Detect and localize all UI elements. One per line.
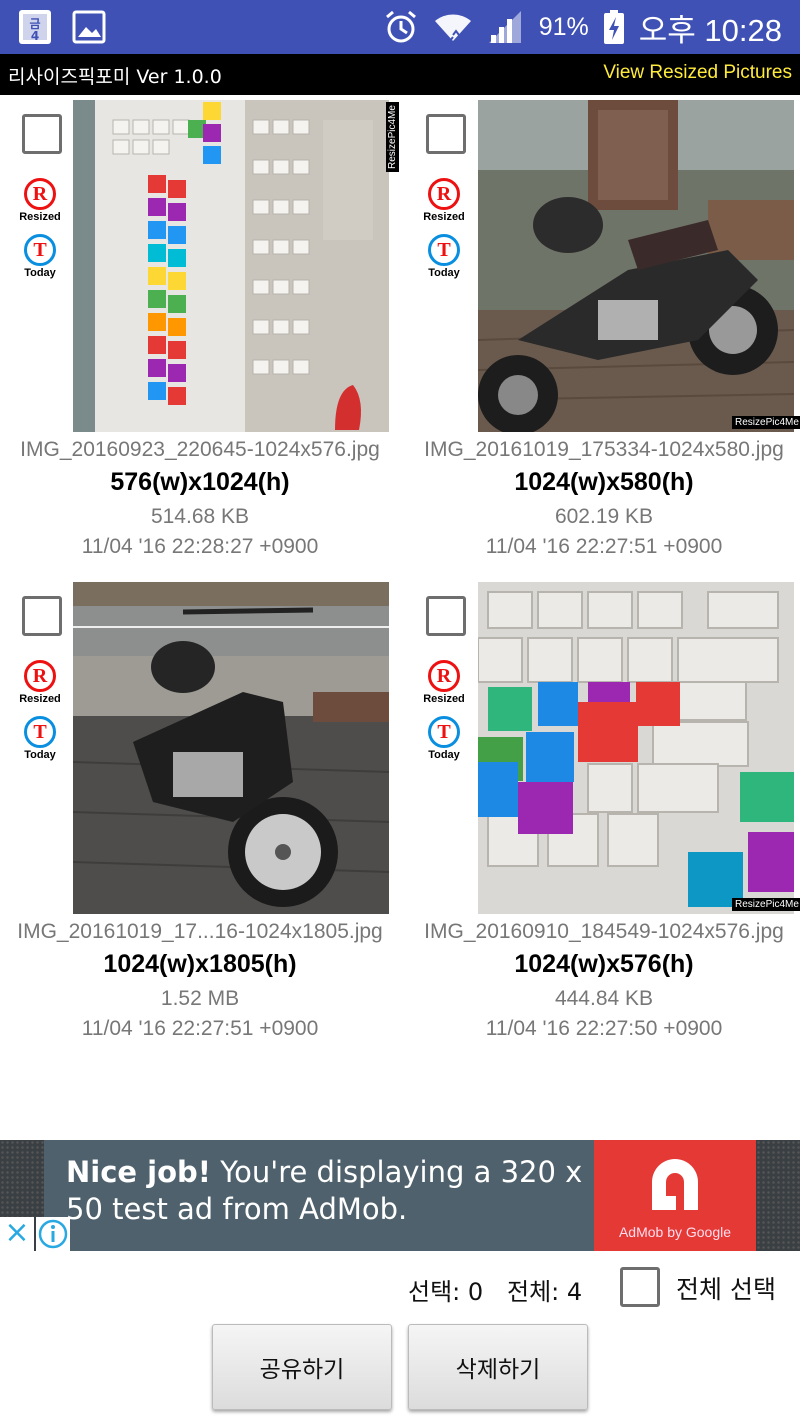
status-bar: 금 4 91% 오후 10:28 — [0, 0, 800, 54]
resized-badge-icon: R — [24, 660, 56, 692]
item-checkbox[interactable] — [22, 114, 62, 154]
ad-content[interactable]: Nice job! You're displaying a 320 x 50 t… — [44, 1140, 594, 1251]
total-count: 전체: 4 — [507, 1278, 583, 1306]
item-checkbox[interactable] — [22, 596, 62, 636]
file-size: 514.68 KB — [150, 505, 250, 528]
photo-thumbnail[interactable] — [73, 582, 389, 914]
resized-badge-label: Resized — [19, 693, 61, 705]
today-badge-label: Today — [428, 267, 460, 279]
notification-app-icon: 금 4 — [19, 10, 51, 44]
admob-brand: AdMob by Google — [618, 1224, 732, 1240]
resized-badge: R Resized — [17, 660, 63, 705]
photo-item: R Resized T Today ResizePic4Me IMG_20160… — [0, 98, 400, 568]
app-title-bar: 리사이즈픽포미 Ver 1.0.0 View Resized Pictures — [0, 54, 800, 95]
today-badge-label: Today — [24, 749, 56, 761]
app-title: 리사이즈픽포미 Ver 1.0.0 — [8, 66, 222, 88]
file-name: IMG_20160910_184549-1024x576.jpg — [424, 920, 784, 943]
svg-text:4: 4 — [31, 29, 39, 43]
signal-icon — [488, 11, 521, 43]
resized-badge-icon: R — [428, 178, 460, 210]
resized-badge: R Resized — [421, 660, 467, 705]
resized-badge: R Resized — [17, 178, 63, 223]
watermark: ResizePic4Me — [386, 102, 399, 172]
wifi-icon — [434, 14, 471, 43]
ad-pattern-right — [756, 1140, 800, 1251]
resized-badge-label: Resized — [423, 211, 465, 223]
gallery-icon — [72, 10, 106, 44]
file-date: 11/04 '16 22:27:51 +0900 — [485, 535, 723, 558]
ad-close-icon[interactable]: × — [0, 1217, 34, 1251]
photo-item: R Resized T Today ResizePic4Me IMG_20160… — [404, 580, 800, 1050]
photo-item: R Resized T Today ResizePic4Me IMG_20161… — [404, 98, 800, 568]
file-date: 11/04 '16 22:27:50 +0900 — [485, 1017, 723, 1040]
resized-badge-icon: R — [24, 178, 56, 210]
resized-badge-label: Resized — [423, 693, 465, 705]
selected-count: 선택: 0 — [408, 1278, 484, 1306]
ad-text: Nice job! You're displaying a 320 x 50 t… — [66, 1154, 586, 1228]
battery-charging-icon — [603, 10, 624, 44]
file-name: IMG_20161019_175334-1024x580.jpg — [424, 438, 784, 461]
today-badge: T Today — [421, 716, 467, 761]
file-size: 444.84 KB — [554, 987, 654, 1010]
watermark: ResizePic4Me — [732, 416, 800, 429]
today-badge: T Today — [17, 716, 63, 761]
image-dimensions: 1024(w)x1805(h) — [103, 950, 297, 978]
resized-badge: R Resized — [421, 178, 467, 223]
battery-percent: 91% — [538, 12, 589, 41]
photo-item: R Resized T Today IMG_20161019_17...16-1… — [0, 580, 400, 1050]
today-badge-icon: T — [428, 234, 460, 266]
today-badge-label: Today — [428, 749, 460, 761]
ad-headline: Nice job! — [66, 1155, 212, 1189]
photo-thumbnail[interactable] — [73, 100, 389, 432]
today-badge: T Today — [17, 234, 63, 279]
item-checkbox[interactable] — [426, 114, 466, 154]
status-indicators: 91% 오후 10:28 — [383, 0, 782, 54]
admob-logo[interactable]: AdMob by Google — [594, 1140, 756, 1251]
image-dimensions: 1024(w)x576(h) — [514, 950, 694, 978]
file-name: IMG_20161019_17...16-1024x1805.jpg — [17, 920, 383, 943]
clock: 오후 10:28 — [638, 12, 782, 48]
today-badge: T Today — [421, 234, 467, 279]
ad-banner[interactable]: Nice job! You're displaying a 320 x 50 t… — [0, 1140, 800, 1251]
file-size: 602.19 KB — [554, 505, 654, 528]
select-all-label[interactable]: 전체 선택 — [676, 1270, 776, 1306]
file-date: 11/04 '16 22:27:51 +0900 — [81, 1017, 319, 1040]
resized-badge-icon: R — [428, 660, 460, 692]
today-badge-label: Today — [24, 267, 56, 279]
image-dimensions: 576(w)x1024(h) — [110, 468, 290, 496]
file-size: 1.52 MB — [160, 987, 240, 1010]
today-badge-icon: T — [24, 234, 56, 266]
watermark: ResizePic4Me — [732, 898, 800, 911]
photo-thumbnail[interactable] — [478, 582, 794, 914]
file-name: IMG_20160923_220645-1024x576.jpg — [20, 438, 380, 461]
view-resized-pictures-link[interactable]: View Resized Pictures — [603, 62, 792, 84]
resized-badge-label: Resized — [19, 211, 61, 223]
select-all-checkbox[interactable] — [620, 1267, 660, 1307]
admob-icon — [652, 1159, 698, 1210]
today-badge-icon: T — [24, 716, 56, 748]
item-checkbox[interactable] — [426, 596, 466, 636]
today-badge-icon: T — [428, 716, 460, 748]
alarm-icon — [385, 10, 416, 43]
share-button[interactable]: 공유하기 — [212, 1324, 392, 1410]
delete-button[interactable]: 삭제하기 — [408, 1324, 588, 1410]
image-dimensions: 1024(w)x580(h) — [514, 468, 694, 496]
ad-info-icon[interactable] — [36, 1217, 70, 1251]
photo-thumbnail[interactable] — [478, 100, 794, 432]
file-date: 11/04 '16 22:28:27 +0900 — [81, 535, 319, 558]
